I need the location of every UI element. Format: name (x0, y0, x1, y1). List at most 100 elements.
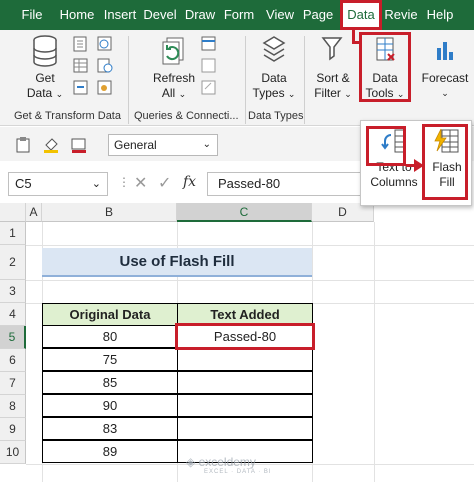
row-header-7[interactable]: 7 (0, 372, 26, 395)
row-header-2[interactable]: 2 (0, 245, 26, 280)
tab-insert[interactable]: Insert (100, 0, 140, 30)
flash-fill-highlight (422, 124, 468, 200)
chevron-down-icon: ⌄ (178, 89, 187, 99)
exceldemy-watermark: ◈ exceldemy EXCEL · DATA · BI (186, 455, 272, 475)
recent-sources-icon[interactable] (96, 58, 114, 74)
tab-developer[interactable]: Devel (142, 0, 178, 30)
get-data-button[interactable]: Get Data ⌄ (20, 34, 70, 102)
number-format-dropdown[interactable]: General ⌄ (108, 134, 218, 156)
data-types-button[interactable]: Data Types ⌄ (250, 34, 298, 102)
arrow-connector (352, 41, 361, 44)
table-cell[interactable] (177, 417, 313, 440)
column-header-b[interactable]: B (42, 203, 177, 222)
row-header-4[interactable]: 4 (0, 303, 26, 326)
forecast-button[interactable]: Forecast ⌄ (418, 34, 472, 101)
active-cell-highlight (175, 323, 315, 350)
data-tools-highlight (359, 32, 411, 102)
tab-draw[interactable]: Draw (182, 0, 218, 30)
existing-connections-icon[interactable] (72, 80, 90, 96)
filter-icon (321, 37, 343, 61)
tab-home[interactable]: Home (58, 0, 96, 30)
sheet-title[interactable]: Use of Flash Fill (42, 248, 312, 277)
table-cell[interactable]: 75 (42, 348, 178, 371)
row-header-5[interactable]: 5 (0, 326, 26, 349)
gridline (26, 280, 474, 281)
tab-page-layout[interactable]: Page (300, 0, 336, 30)
table-cell[interactable] (177, 394, 313, 417)
group-label-data-types: Data Types (248, 110, 304, 122)
name-box-value: C5 (15, 176, 32, 191)
tab-help[interactable]: Help (423, 0, 457, 30)
database-icon (33, 35, 57, 67)
watermark-tagline: EXCEL · DATA · BI (204, 469, 272, 475)
edit-links-icon[interactable] (200, 80, 218, 96)
enter-icon[interactable]: ✓ (158, 173, 171, 193)
from-table-icon[interactable] (72, 58, 90, 74)
refresh-all-label: Refresh All (152, 71, 196, 100)
number-format-value: General (114, 138, 157, 152)
from-web-icon[interactable] (96, 36, 114, 52)
group-separator (245, 36, 246, 124)
refresh-icon (162, 37, 184, 65)
from-text-icon[interactable] (72, 36, 90, 52)
table-cell[interactable] (177, 371, 313, 394)
refresh-all-button[interactable]: Refresh All ⌄ (148, 34, 200, 102)
more-options-icon[interactable]: ⋮ (118, 175, 130, 189)
watermark-name: exceldemy (198, 455, 256, 469)
table-cell[interactable]: 80 (42, 325, 178, 348)
chevron-down-icon: ⌄ (441, 88, 449, 98)
get-data-label: Get Data (26, 71, 55, 100)
tab-data[interactable]: Data (340, 0, 382, 30)
table-cell[interactable]: 89 (42, 440, 178, 463)
column-header-a[interactable]: A (26, 203, 42, 222)
queries-connections-icon[interactable] (200, 36, 218, 52)
gridline (26, 245, 474, 246)
table-cell[interactable] (177, 348, 313, 371)
formula-input[interactable]: Passed-80 (207, 172, 360, 196)
name-box[interactable]: C5 ⌄ (8, 172, 108, 196)
select-all-corner[interactable] (0, 203, 26, 222)
tab-review[interactable]: Revie (383, 0, 419, 30)
insert-function-icon[interactable]: fx (183, 174, 196, 190)
row-header-3[interactable]: 3 (0, 280, 26, 303)
table-cell[interactable]: 90 (42, 394, 178, 417)
column-header-c[interactable]: C (177, 203, 312, 222)
workbook-links-icon[interactable] (200, 58, 218, 74)
forecast-icon (437, 42, 453, 60)
arrow-head-icon (414, 159, 424, 172)
chevron-down-icon: ⌄ (55, 89, 64, 99)
forecast-label: Forecast (421, 71, 469, 85)
clipboard-icon[interactable] (14, 137, 32, 153)
group-separator (128, 36, 129, 124)
table-cell[interactable]: 83 (42, 417, 178, 440)
gridline (374, 222, 375, 482)
cancel-icon[interactable]: ✕ (134, 173, 147, 193)
row-header-9[interactable]: 9 (0, 418, 26, 441)
group-separator (304, 36, 305, 124)
table-cell[interactable]: 85 (42, 371, 178, 394)
row-header-8[interactable]: 8 (0, 395, 26, 418)
ribbon-tab-bar: File Home Insert Devel Draw Form View Pa… (0, 0, 474, 30)
formula-content: Passed-80 (218, 176, 281, 191)
formula-bar: C5 ⌄ ⋮ ✕ ✓ fx Passed-80 (0, 168, 360, 198)
tab-formulas[interactable]: Form (222, 0, 256, 30)
chevron-down-icon: ⌄ (202, 139, 211, 150)
paint-bucket-icon[interactable] (42, 137, 60, 153)
data-types-icon (262, 36, 286, 62)
text-to-columns-highlight (366, 126, 406, 166)
sort-filter-button[interactable]: Sort & Filter ⌄ (308, 34, 358, 102)
row-header-10[interactable]: 10 (0, 441, 26, 464)
tab-file[interactable]: File (14, 0, 50, 30)
worksheet-grid: A B C D 1 2 3 4 5 6 7 8 9 10 Use of Flas… (0, 203, 474, 482)
data-types-label: Data Types (252, 71, 287, 100)
font-color-icon[interactable] (70, 137, 88, 153)
row-header-6[interactable]: 6 (0, 349, 26, 372)
group-label-queries: Queries & Connecti... (134, 110, 239, 122)
properties-icon[interactable] (96, 80, 114, 96)
group-label-get-transform: Get & Transform Data (14, 110, 121, 122)
row-header-1[interactable]: 1 (0, 222, 26, 245)
chevron-down-icon: ⌄ (91, 178, 101, 190)
chevron-down-icon: ⌄ (287, 89, 296, 99)
tab-view[interactable]: View (262, 0, 298, 30)
table-header-original-data[interactable]: Original Data (42, 303, 178, 326)
